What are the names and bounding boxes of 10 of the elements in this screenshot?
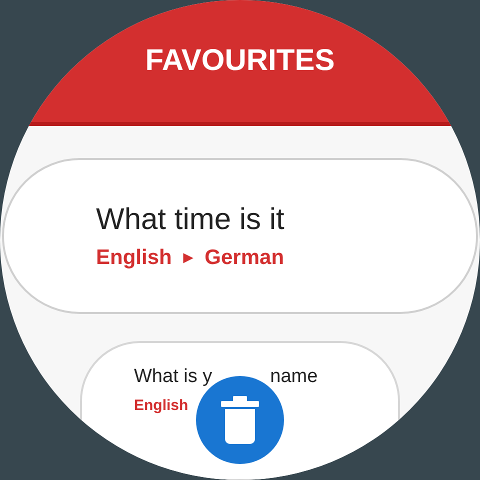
arrow-icon: ► [180, 248, 197, 266]
phrase-text: What is y [134, 367, 212, 386]
favourite-card[interactable]: What time is it English ► German [2, 158, 478, 314]
source-language: English [134, 398, 188, 413]
header-title: FAVOURITES [145, 46, 335, 76]
source-language: English [96, 246, 172, 268]
phrase-text: name [270, 367, 318, 386]
target-language: German [204, 246, 284, 268]
phrase-text: What time is it [96, 204, 286, 234]
trash-icon [218, 395, 262, 445]
